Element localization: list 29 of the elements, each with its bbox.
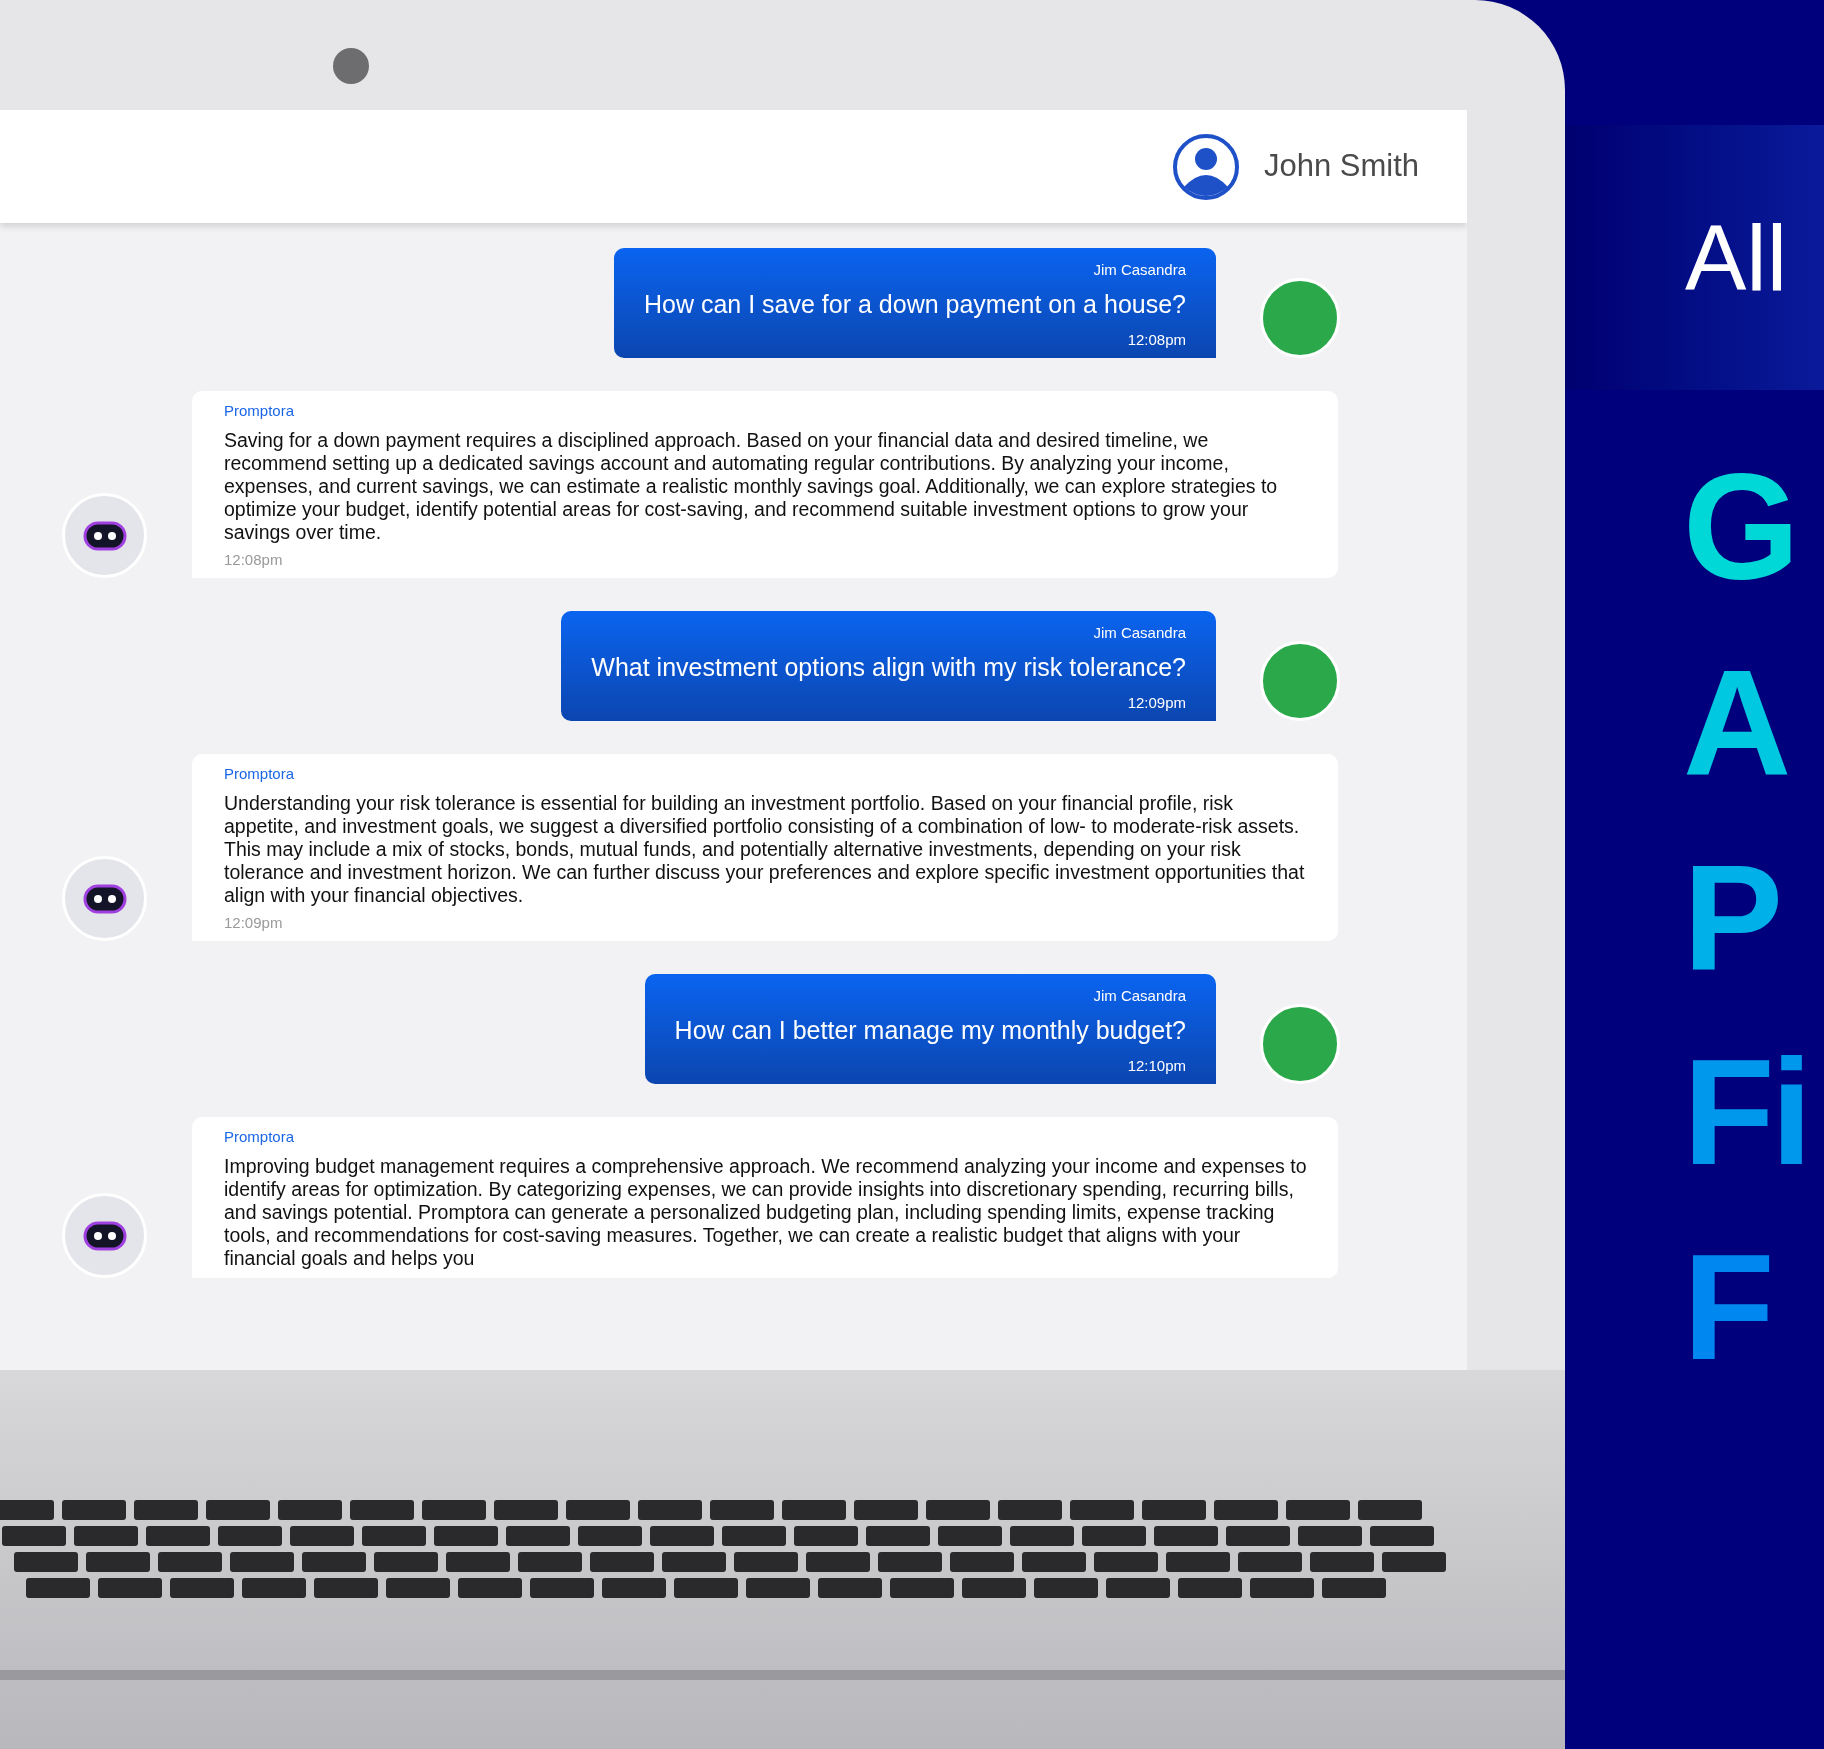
user-account-icon[interactable] <box>1171 132 1240 201</box>
sender-name: Jim Casandra <box>1093 260 1186 280</box>
headline-line: Fi <box>1683 1035 1810 1190</box>
sender-name: Promptora <box>224 764 296 784</box>
sender-name: Promptora <box>224 1127 296 1147</box>
message-text: What investment options align with my risk tolerance? <box>591 652 1186 683</box>
message-text: Understanding your risk tolerance is essential for building an investment portfolio. Based on your financial profile, risk appetite, and investment goals, we suggest a diversified portfolio consisting of a combination of low- to moderate-risk assets. This may include a mix of stocks, bonds, mutual funds, and potentially alternative investments, depending on your risk tolerance and investment horizon. We can further discuss your preferences and explore specific investment opportunities that align with your financial objectives. <box>224 792 1306 907</box>
message-text: Improving budget management requires a comprehensive approach. We recommend analyzing your income and expenses to identify areas for optimization. By categorizing expenses, we can provide insights into discretionary spending, recurring bills, and savings potential. Promptora can generate a personalized budgeting plan, including spending limits, expense tracking tools, and recommendations for cost-saving measures. Together, we can create a realistic budget that aligns with your financial goals and helps you <box>224 1155 1308 1270</box>
user-name: John Smith <box>1263 147 1419 186</box>
robot-face-icon <box>82 520 127 551</box>
robot-face-icon <box>82 883 127 914</box>
message-time: 12:09pm <box>1127 693 1186 713</box>
message-time: 12:08pm <box>1127 330 1186 350</box>
message-time: 12:08pm <box>224 550 284 570</box>
sender-name: Promptora <box>224 401 296 421</box>
headline-line: F <box>1683 1230 1772 1385</box>
message-time: 12:10pm <box>1127 1056 1186 1076</box>
message-time: 12:09pm <box>224 913 284 933</box>
message-text: How can I better manage my monthly budget? <box>674 1015 1186 1046</box>
headline-line: A <box>1683 645 1789 800</box>
robot-face-icon <box>82 1220 127 1251</box>
sender-name: Jim Casandra <box>1093 986 1186 1006</box>
message-text: How can I save for a down payment on a house? <box>644 289 1186 320</box>
message-text: Saving for a down payment requires a disciplined approach. Based on your financial data and desired timeline, we recommend setting up a dedicated savings account and automating regular contributions. By analyzing your income, expenses, and current savings, we can estimate a realistic monthly savings goal. Additionally, we can explore strategies to optimize your budget, identify potential areas for cost-saving, and recommend suitable investment options to grow your savings over time. <box>224 429 1279 544</box>
tagline: All <box>1685 211 1788 304</box>
headline-line: G <box>1683 450 1797 605</box>
camera-icon <box>333 48 369 84</box>
headline-line: P <box>1683 840 1781 995</box>
sender-name: Jim Casandra <box>1093 623 1186 643</box>
